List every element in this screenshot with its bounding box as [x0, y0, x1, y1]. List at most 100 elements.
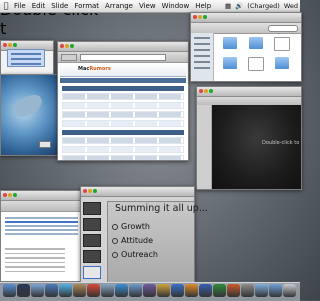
forum-row[interactable] [62, 93, 184, 100]
menu-format[interactable]: Format [71, 0, 102, 12]
folder-icon[interactable] [249, 37, 263, 49]
finder-window[interactable] [190, 12, 302, 82]
menu-file[interactable]: File [11, 0, 29, 12]
minimize-icon[interactable] [65, 44, 69, 48]
close-icon[interactable] [3, 193, 7, 197]
menu-help[interactable]: Help [192, 0, 214, 12]
iphoto-icon[interactable] [129, 284, 142, 297]
system-prefs-icon[interactable] [241, 284, 254, 297]
forum-row[interactable] [62, 102, 184, 109]
word-icon[interactable] [199, 284, 212, 297]
forum-row[interactable] [62, 111, 184, 118]
site-nav-bar[interactable] [60, 78, 186, 83]
keynote-summary-window[interactable] [80, 186, 195, 283]
zoom-icon[interactable] [13, 193, 17, 197]
dashboard-icon[interactable] [17, 284, 30, 297]
folder-icon[interactable] [255, 284, 268, 297]
mail-titlebar[interactable] [1, 191, 80, 201]
mail-window[interactable] [0, 190, 81, 282]
clock-day[interactable]: Wed [282, 0, 300, 12]
folder-icon[interactable] [223, 57, 237, 69]
menu-window[interactable]: Window [159, 0, 193, 12]
close-icon[interactable] [83, 189, 87, 193]
minimize-icon[interactable] [198, 15, 202, 19]
close-icon[interactable] [193, 15, 197, 19]
folder-icon[interactable] [275, 57, 289, 69]
battery-status[interactable]: (Charged) [245, 0, 282, 12]
slide-thumbnail[interactable] [83, 250, 101, 263]
menu-view[interactable]: View [136, 0, 159, 12]
garageband-icon[interactable] [157, 284, 170, 297]
browser-titlebar[interactable] [58, 42, 188, 52]
minimize-icon[interactable] [204, 89, 208, 93]
imovie-icon[interactable] [143, 284, 156, 297]
slide-subtitle-placeholder[interactable]: Double-click to [262, 140, 300, 146]
minimize-icon[interactable] [88, 189, 92, 193]
excel-icon[interactable] [213, 284, 226, 297]
slide-thumbnail[interactable] [83, 202, 101, 215]
message-list[interactable] [5, 215, 78, 241]
menu-arrange[interactable]: Arrange [102, 0, 136, 12]
ichat-icon[interactable] [59, 284, 72, 297]
addressbook-icon[interactable] [73, 284, 86, 297]
forum-row[interactable] [62, 146, 184, 153]
summary-titlebar[interactable] [81, 187, 194, 197]
folder-icon[interactable] [223, 37, 237, 49]
safari-icon[interactable] [45, 284, 58, 297]
minimize-icon[interactable] [8, 43, 12, 47]
forum-row[interactable] [62, 137, 184, 144]
selected-list[interactable] [7, 49, 45, 67]
zoom-icon[interactable] [70, 44, 74, 48]
mail-icon[interactable] [31, 284, 44, 297]
document-icon[interactable] [274, 37, 290, 51]
image-window[interactable] [0, 74, 59, 156]
bullet-item[interactable]: Attitude [112, 236, 153, 245]
bullet-item[interactable]: Outreach [112, 250, 158, 259]
itunes-icon[interactable] [115, 284, 128, 297]
keynote-window[interactable] [196, 86, 302, 190]
apple-icon[interactable]:  [1, 0, 11, 12]
trash-icon[interactable] [283, 284, 296, 297]
bullet-item[interactable]: Growth [112, 222, 150, 231]
zoom-icon[interactable] [203, 15, 207, 19]
forum-row[interactable] [62, 155, 184, 160]
keynote-titlebar[interactable] [197, 87, 301, 97]
site-logo[interactable]: MacRumors [78, 66, 111, 72]
photo-controls[interactable] [39, 141, 51, 148]
inspector-panel[interactable] [0, 40, 54, 76]
minimize-icon[interactable] [8, 193, 12, 197]
browser-window[interactable]: MacRumors [57, 41, 189, 161]
address-bar[interactable] [80, 54, 166, 61]
finder-titlebar[interactable] [191, 13, 301, 23]
volume-icon[interactable]: 🔊 [233, 0, 245, 12]
preview-icon[interactable] [101, 284, 114, 297]
slide-thumbnail[interactable] [83, 218, 101, 231]
slide-thumbnail-selected[interactable] [83, 266, 101, 279]
slide-canvas[interactable] [212, 105, 301, 189]
menu-slide[interactable]: Slide [48, 0, 71, 12]
spaces-icon[interactable]: ▦ [223, 0, 233, 12]
keynote-icon[interactable] [171, 284, 184, 297]
finder-icon[interactable] [3, 284, 16, 297]
back-forward-buttons[interactable] [61, 54, 77, 61]
slide-navigator[interactable] [197, 105, 212, 189]
zoom-icon[interactable] [209, 89, 213, 93]
slide-thumbnail[interactable] [83, 234, 101, 247]
pages-icon[interactable] [185, 284, 198, 297]
close-icon[interactable] [3, 43, 7, 47]
document-icon[interactable] [248, 57, 264, 71]
finder-sidebar[interactable] [191, 33, 214, 81]
search-field[interactable] [268, 25, 298, 32]
zoom-icon[interactable] [13, 43, 17, 47]
zoom-icon[interactable] [93, 189, 97, 193]
downloads-icon[interactable] [269, 284, 282, 297]
ical-icon[interactable] [87, 284, 100, 297]
close-icon[interactable] [60, 44, 64, 48]
forum-row[interactable] [62, 120, 184, 127]
summary-slide-title[interactable]: Summing it all up... [115, 203, 208, 214]
mail-toolbar[interactable] [1, 201, 80, 212]
powerpoint-icon[interactable] [227, 284, 240, 297]
close-icon[interactable] [199, 89, 203, 93]
menu-edit[interactable]: Edit [29, 0, 49, 12]
web-page[interactable]: MacRumors [60, 64, 186, 160]
